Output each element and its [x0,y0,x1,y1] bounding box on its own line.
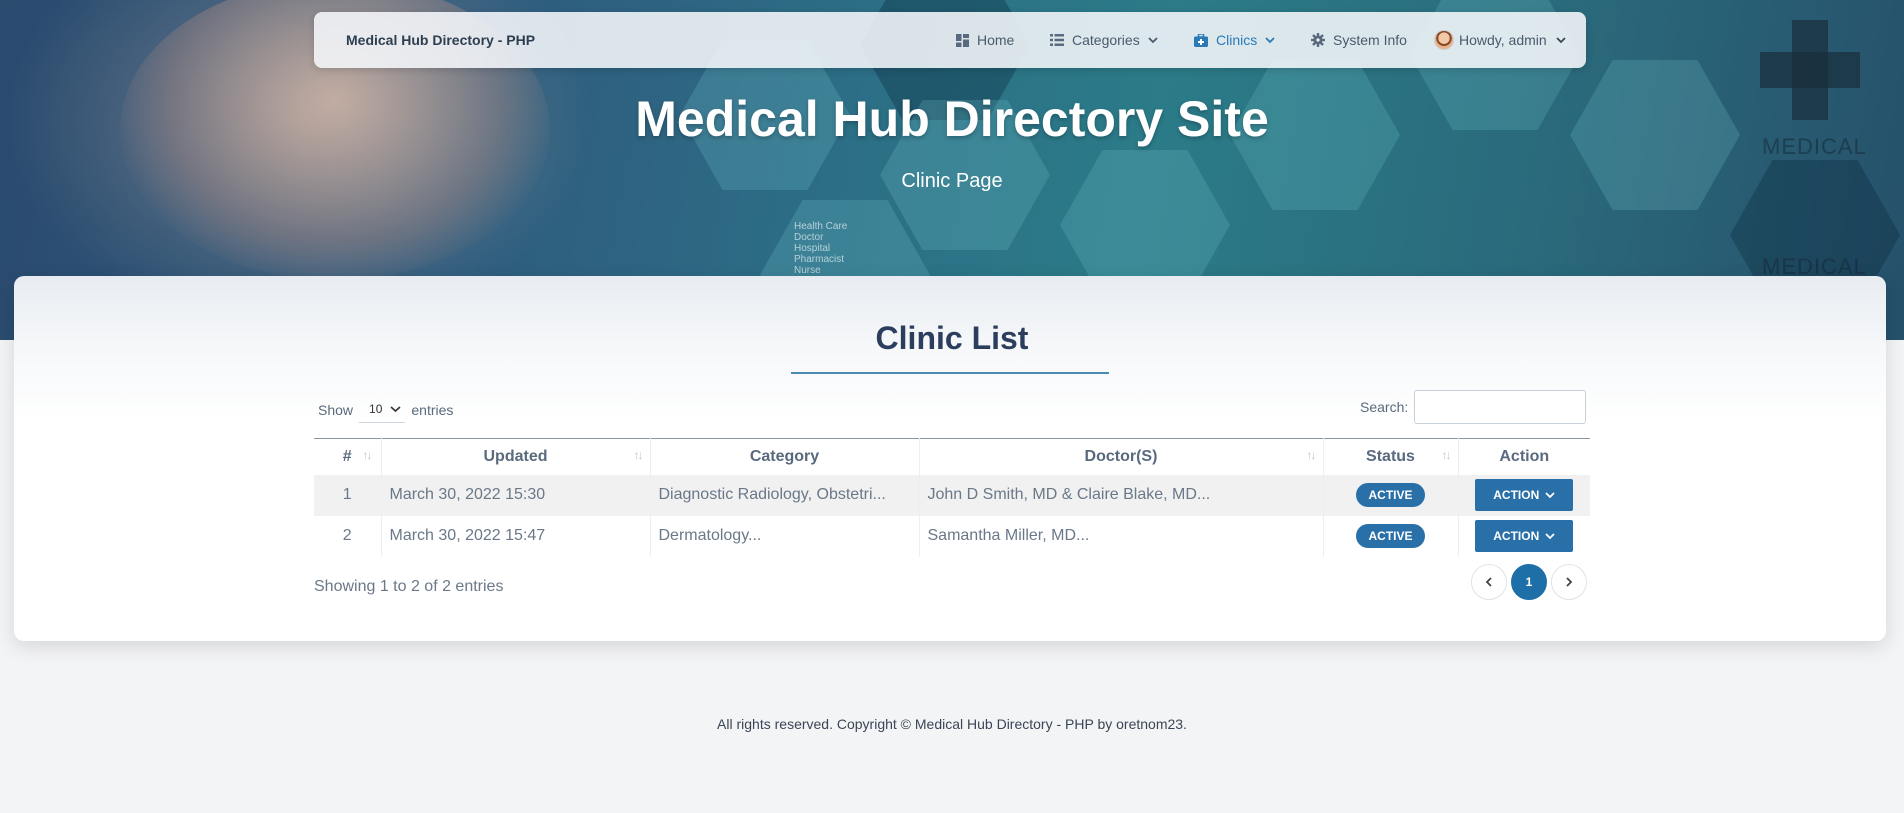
clinic-table: # ↑↓ Updated ↑↓ Category Doctor(S) ↑↓ Statu… [314,438,1590,557]
column-header-status[interactable]: Status ↑↓ [1323,438,1459,475]
chevron-down-icon [1556,37,1566,44]
search-input[interactable] [1414,390,1587,424]
chevron-down-icon [1148,37,1158,44]
hero-bg-word: Nurse [794,265,821,276]
action-dropdown-button[interactable]: ACTION [1475,479,1574,511]
cell-status: ACTIVE [1323,474,1459,516]
sort-icon: ↑↓ [633,448,644,462]
column-header-label: Status [1366,447,1415,465]
footer-copyright: All rights reserved. Copyright © Medical… [717,716,1187,732]
hero-bg-word: Doctor [794,232,824,243]
cell-doctors: John D Smith, MD & Claire Blake, MD... [919,474,1324,516]
table-row: 1 March 30, 2022 15:30 Diagnostic Radiol… [314,474,1590,516]
avatar [1434,30,1454,50]
hero-bg-word: Pharmacist [794,254,845,265]
nav-item-system-info[interactable]: System Info [1311,30,1407,50]
table-header-row: # ↑↓ Updated ↑↓ Category Doctor(S) ↑↓ Statu… [314,438,1590,475]
status-badge: ACTIVE [1356,524,1425,548]
nav-item-home[interactable]: Home [956,30,1014,50]
cell-action: ACTION [1458,516,1590,557]
user-menu-label: Howdy, admin [1459,32,1547,48]
gear-icon [1311,33,1325,47]
column-header-label: # [342,447,352,465]
entries-select[interactable]: 10 [359,397,406,423]
table-search: Search: [1360,390,1587,424]
nav-item-label: Home [977,32,1015,48]
action-dropdown-button[interactable]: ACTION [1475,520,1574,552]
status-badge: ACTIVE [1356,483,1425,507]
column-header-label: Action [1499,447,1550,465]
cell-category: Diagnostic Radiology, Obstetri... [650,474,920,516]
entries-length-control: Show 10 entries [318,397,453,423]
hero-title: Medical Hub Directory Site [635,91,1269,147]
nav-item-label: Categories [1072,32,1140,48]
pagination: 1 [1471,564,1587,600]
column-header-label: Category [749,447,820,465]
chevron-down-icon [390,405,401,412]
table-row: 2 March 30, 2022 15:47 Dermatology... Sa… [314,515,1590,557]
previous-page-button[interactable] [1471,564,1507,600]
cell-status: ACTIVE [1323,515,1459,557]
title-divider [791,372,1109,374]
search-label: Search: [1360,399,1409,415]
dashboard-icon [956,33,969,47]
column-header-number[interactable]: # ↑↓ [314,438,382,475]
hero-bg-word-list: Health Care Doctor Hospital Pharmacist N… [794,221,847,276]
chevron-right-icon [1566,577,1573,587]
column-header-category: Category [650,438,920,475]
next-page-button[interactable] [1551,564,1587,600]
hero-bg-word: Hospital [794,243,831,254]
nav-item-clinics[interactable]: Clinics [1194,30,1275,50]
briefcase-medical-icon [1194,33,1208,47]
entries-select-value: 10 [369,401,383,416]
nav-item-label: System Info [1333,32,1407,48]
column-header-label: Updated [483,447,548,465]
top-navbar: Medical Hub Directory - PHP Home Categor… [314,12,1586,68]
nav-item-categories[interactable]: Categories [1050,30,1158,50]
action-label: ACTION [1493,529,1540,543]
hero-bg-word: Health Care [794,221,848,232]
chevron-down-icon [1265,37,1275,44]
user-menu[interactable]: Howdy, admin [1434,30,1566,50]
column-header-label: Doctor(S) [1084,447,1158,465]
cell-updated: March 30, 2022 15:47 [381,515,651,557]
column-header-action: Action [1458,439,1590,475]
column-header-doctors[interactable]: Doctor(S) ↑↓ [919,438,1324,475]
brand-link[interactable]: Medical Hub Directory - PHP [346,32,535,48]
column-header-updated[interactable]: Updated ↑↓ [381,438,651,475]
cell-category: Dermatology... [650,515,920,557]
nav-item-label: Clinics [1216,32,1258,48]
chevron-down-icon [1545,492,1555,499]
page-button-current[interactable]: 1 [1511,564,1547,600]
cell-updated: March 30, 2022 15:30 [381,474,651,516]
sort-icon: ↑↓ [1441,448,1452,462]
chevron-left-icon [1485,577,1492,587]
cell-action: ACTION [1458,475,1590,516]
cell-number: 2 [314,515,382,557]
sort-icon: ↑↓ [1306,448,1317,462]
list-icon [1050,34,1064,46]
show-label: Show [318,402,354,418]
entries-label: entries [411,402,454,418]
table-info: Showing 1 to 2 of 2 entries [314,578,504,595]
sort-asc-icon: ↑↓ [362,448,373,462]
cell-doctors: Samantha Miller, MD... [919,515,1324,557]
cell-number: 1 [314,474,382,516]
hero-subtitle: Clinic Page [901,170,1003,192]
action-label: ACTION [1493,488,1540,502]
page-title: Clinic List [875,320,1029,356]
chevron-down-icon [1545,533,1555,540]
